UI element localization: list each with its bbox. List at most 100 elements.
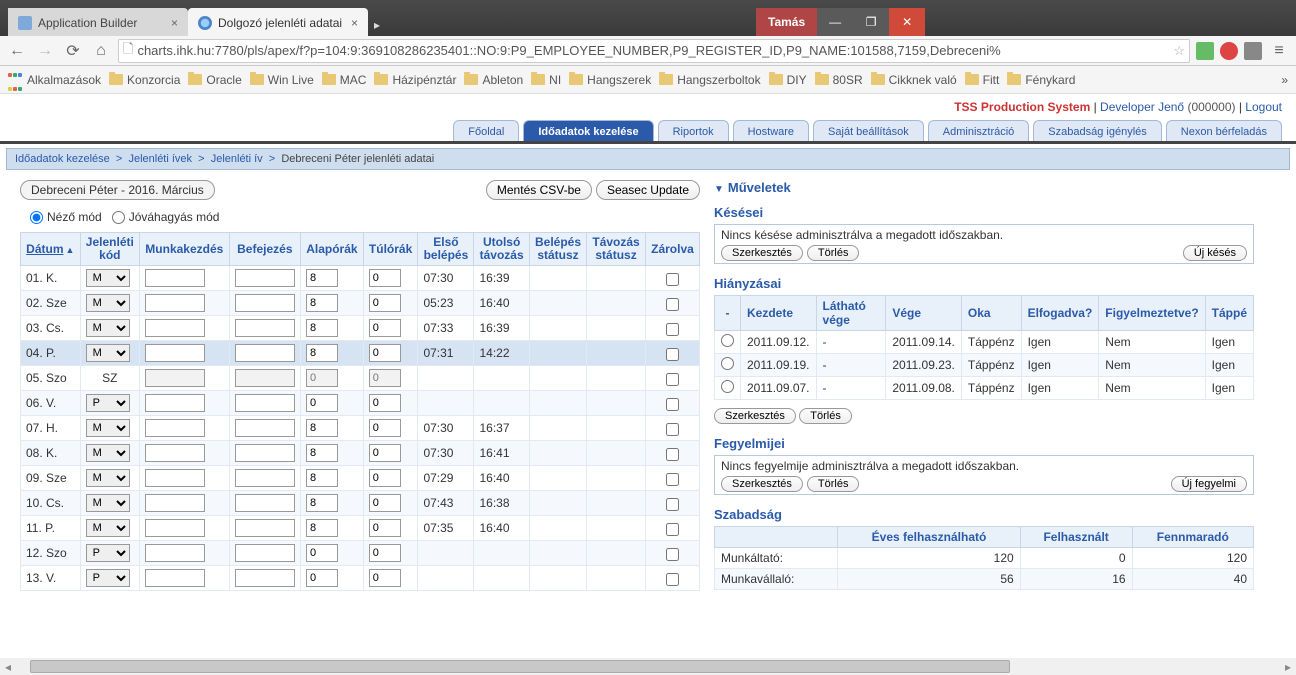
code-select[interactable]: M	[86, 419, 130, 437]
lateness-new-button[interactable]: Új késés	[1183, 245, 1247, 261]
locked-checkbox[interactable]	[666, 523, 679, 536]
lateness-edit-button[interactable]: Szerkesztés	[721, 245, 803, 261]
workend-input[interactable]	[235, 569, 295, 587]
bookmark-item[interactable]: Ableton	[464, 73, 523, 87]
code-select[interactable]: P	[86, 544, 130, 562]
navtab-hostware[interactable]: Hostware	[733, 120, 809, 141]
col-start[interactable]: Munkakezdés	[140, 233, 230, 266]
overtime-input[interactable]	[369, 469, 401, 487]
maximize-button[interactable]: ❐	[853, 8, 889, 36]
basehours-input[interactable]	[306, 394, 338, 412]
basehours-input[interactable]	[306, 469, 338, 487]
basehours-input[interactable]	[306, 494, 338, 512]
browser-tab-0[interactable]: Application Builder ×	[8, 8, 188, 36]
horizontal-scrollbar[interactable]: ◂ ▸	[0, 658, 1296, 675]
basehours-input[interactable]	[306, 419, 338, 437]
minimize-button[interactable]: —	[817, 8, 853, 36]
bookmarks-overflow[interactable]: »	[1281, 73, 1288, 87]
navtab-reports[interactable]: Riportok	[658, 120, 729, 141]
address-bar[interactable]: 🗋 charts.ihk.hu:7780/pls/apex/f?p=104:9:…	[118, 39, 1190, 63]
discipline-delete-button[interactable]: Törlés	[807, 476, 860, 492]
col-code[interactable]: Jelenléti kód	[80, 233, 139, 266]
locked-checkbox[interactable]	[666, 348, 679, 361]
ext-icon-1[interactable]	[1196, 42, 1214, 60]
workend-input[interactable]	[235, 444, 295, 462]
breadcrumb-link[interactable]: Jelenléti ívek	[128, 153, 192, 165]
bookmark-item[interactable]: Cikknek való	[871, 73, 957, 87]
basehours-input[interactable]	[306, 444, 338, 462]
save-csv-button[interactable]: Mentés CSV-be	[486, 180, 592, 200]
workend-input[interactable]	[235, 319, 295, 337]
col-outstatus[interactable]: Távozás státusz	[587, 233, 646, 266]
breadcrumb-link[interactable]: Időadatok kezelése	[15, 153, 110, 165]
bookmark-item[interactable]: Fitt	[965, 73, 1000, 87]
navtab-home[interactable]: Főoldal	[453, 120, 519, 141]
workstart-input[interactable]	[145, 569, 205, 587]
workend-input[interactable]	[235, 269, 295, 287]
overtime-input[interactable]	[369, 269, 401, 287]
code-select[interactable]: M	[86, 319, 130, 337]
basehours-input[interactable]	[306, 519, 338, 537]
bookmark-star-icon[interactable]: ☆	[1173, 43, 1185, 59]
overtime-input[interactable]	[369, 419, 401, 437]
workend-input[interactable]	[235, 294, 295, 312]
back-button[interactable]: ←	[6, 42, 28, 60]
ext-icon-2[interactable]	[1220, 42, 1238, 60]
absence-select-radio[interactable]	[721, 334, 734, 347]
employee-period-pill[interactable]: Debreceni Péter - 2016. Március	[20, 180, 215, 200]
locked-checkbox[interactable]	[666, 273, 679, 286]
workend-input[interactable]	[235, 544, 295, 562]
page-info-icon[interactable]: 🗋	[123, 40, 133, 62]
reload-button[interactable]: ⟳	[62, 41, 84, 61]
bookmark-item[interactable]: Hangszerek	[569, 73, 651, 87]
col-locked[interactable]: Zárolva	[645, 233, 699, 266]
bookmark-item[interactable]: Win Live	[250, 73, 314, 87]
workstart-input[interactable]	[145, 494, 205, 512]
collapse-icon[interactable]: ▼	[714, 184, 724, 195]
basehours-input[interactable]	[306, 369, 338, 387]
workstart-input[interactable]	[145, 369, 205, 387]
view-mode-radio[interactable]: Néző mód	[30, 210, 102, 224]
lateness-delete-button[interactable]: Törlés	[807, 245, 860, 261]
col-basehours[interactable]: Alapórák	[301, 233, 364, 266]
basehours-input[interactable]	[306, 319, 338, 337]
navtab-admin[interactable]: Adminisztráció	[928, 120, 1030, 141]
discipline-edit-button[interactable]: Szerkesztés	[721, 476, 803, 492]
overtime-input[interactable]	[369, 519, 401, 537]
workstart-input[interactable]	[145, 319, 205, 337]
code-select[interactable]: M	[86, 519, 130, 537]
forward-button[interactable]: →	[34, 42, 56, 60]
workstart-input[interactable]	[145, 469, 205, 487]
overtime-input[interactable]	[369, 569, 401, 587]
locked-checkbox[interactable]	[666, 298, 679, 311]
locked-checkbox[interactable]	[666, 498, 679, 511]
seasec-update-button[interactable]: Seasec Update	[596, 180, 700, 200]
absence-select-radio[interactable]	[721, 380, 734, 393]
home-button[interactable]: ⌂	[90, 42, 112, 60]
code-select[interactable]: M	[86, 494, 130, 512]
navtab-timedata[interactable]: Időadatok kezelése	[523, 120, 653, 141]
new-tab-button[interactable]: ▸	[368, 14, 386, 36]
locked-checkbox[interactable]	[666, 548, 679, 561]
absences-delete-button[interactable]: Törlés	[799, 408, 852, 424]
code-select[interactable]: M	[86, 469, 130, 487]
bookmark-item[interactable]: Házipénztár	[374, 73, 456, 87]
col-overtime[interactable]: Túlórák	[363, 233, 418, 266]
absences-edit-button[interactable]: Szerkesztés	[714, 408, 796, 424]
tab-close-icon[interactable]: ×	[351, 16, 358, 30]
basehours-input[interactable]	[306, 269, 338, 287]
bookmark-item[interactable]: Konzorcia	[109, 73, 180, 87]
bookmark-apps[interactable]: Alkalmazások	[8, 66, 101, 94]
code-select[interactable]: M	[86, 444, 130, 462]
chrome-menu-icon[interactable]: ≡	[1268, 42, 1290, 60]
workend-input[interactable]	[235, 494, 295, 512]
workstart-input[interactable]	[145, 294, 205, 312]
tab-close-icon[interactable]: ×	[171, 16, 178, 30]
workstart-input[interactable]	[145, 269, 205, 287]
code-select[interactable]: P	[86, 394, 130, 412]
overtime-input[interactable]	[369, 369, 401, 387]
logout-link[interactable]: Logout	[1245, 100, 1282, 114]
workend-input[interactable]	[235, 369, 295, 387]
col-date-sort[interactable]: Dátum	[26, 242, 63, 256]
workend-input[interactable]	[235, 519, 295, 537]
